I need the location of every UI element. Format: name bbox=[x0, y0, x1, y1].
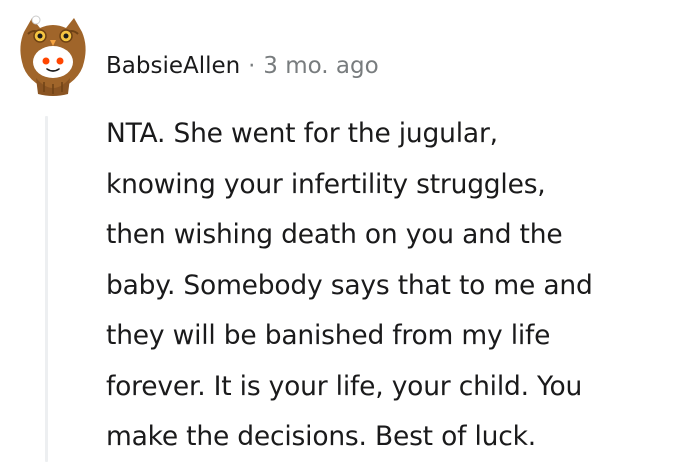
comment-body-line: forever. It is your life, your child. Yo… bbox=[106, 370, 583, 402]
user-avatar[interactable] bbox=[14, 12, 92, 98]
comment-body-line: baby. Somebody says that to me and bbox=[106, 269, 593, 301]
comment-body-line: they will be banished from my life bbox=[106, 320, 551, 351]
comment-body-line: knowing your infertility struggles, bbox=[106, 168, 546, 200]
thread-collapse-line[interactable] bbox=[45, 116, 48, 462]
comment-body-line: NTA. She went for the jugular, bbox=[106, 118, 498, 149]
comment-meta: BabsieAllen · 3 mo. ago bbox=[106, 50, 379, 82]
meta-separator: · bbox=[248, 53, 256, 79]
comment-body-line: make the decisions. Best of luck. bbox=[106, 421, 536, 452]
comment-body: NTA. She went for the jugular, knowing y… bbox=[106, 109, 696, 463]
owl-costume-avatar-icon bbox=[20, 15, 86, 96]
comment-timestamp[interactable]: 3 mo. ago bbox=[263, 53, 378, 79]
comment-body-line: then wishing death on you and the bbox=[106, 219, 563, 250]
comment: BabsieAllen · 3 mo. ago NTA. She went fo… bbox=[0, 0, 700, 462]
author-username[interactable]: BabsieAllen bbox=[106, 53, 240, 79]
